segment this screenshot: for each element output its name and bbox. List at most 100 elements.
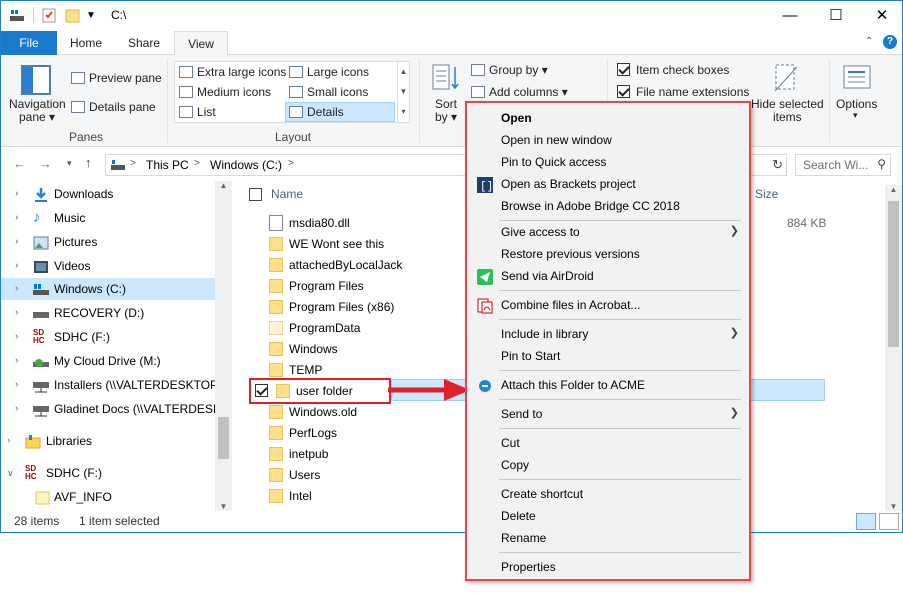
options-icon[interactable] — [843, 65, 871, 91]
expand-chevron-icon[interactable]: › — [15, 183, 18, 205]
tab-share[interactable]: Share — [115, 31, 173, 55]
minimize-button[interactable]: — — [767, 1, 813, 31]
navigation-pane-icon[interactable] — [21, 65, 51, 95]
tab-home[interactable]: Home — [59, 31, 113, 55]
menu-item-browse-bridge[interactable]: Browse in Adobe Bridge CC 2018 — [501, 195, 680, 217]
hide-selected-icon[interactable] — [773, 63, 799, 93]
options-button[interactable]: Options — [836, 97, 877, 111]
breadcrumb-this-pc[interactable]: This PC — [146, 158, 189, 172]
options-arrow-icon[interactable]: ▾ — [853, 110, 858, 121]
layout-details[interactable]: Details — [285, 102, 395, 122]
sort-by-line1[interactable]: Sort — [435, 97, 457, 111]
expand-chevron-icon[interactable]: › — [15, 207, 18, 229]
menu-item-combine-acrobat[interactable]: Combine files in Acrobat... — [501, 294, 640, 316]
nav-item-sdhc-f[interactable]: › SD HC SDHC (F:) — [1, 326, 216, 348]
layout-list[interactable]: List — [179, 105, 216, 119]
menu-item-pin-quick-access[interactable]: Pin to Quick access — [501, 151, 606, 173]
add-columns-button[interactable]: Add columns ▾ — [471, 85, 568, 99]
file-name-extensions-toggle[interactable]: File name extensions — [617, 85, 749, 99]
nav-item-recovery-d[interactable]: › RECOVERY (D:) — [1, 302, 216, 324]
menu-item-open-new-window[interactable]: Open in new window — [501, 129, 612, 151]
properties-icon[interactable] — [41, 7, 57, 23]
nav-item-pictures[interactable]: › Pictures — [1, 231, 216, 253]
file-row[interactable]: attachedByLocalJack — [269, 255, 402, 276]
ribbon-collapse-icon[interactable]: ⌃ — [865, 36, 873, 47]
column-header-name[interactable]: Name — [271, 187, 303, 201]
scroll-up-icon[interactable]: ▲ — [885, 185, 902, 194]
layout-large-icons[interactable]: Large icons — [289, 65, 369, 79]
file-row[interactable]: Windows.old — [269, 402, 357, 423]
new-folder-icon[interactable] — [65, 7, 81, 23]
scroll-down-icon[interactable]: ▼ — [885, 502, 902, 511]
expand-chevron-icon[interactable]: › — [15, 278, 18, 300]
up-icon[interactable]: ↑ — [85, 155, 92, 170]
forward-icon[interactable]: → — [39, 156, 52, 171]
sort-by-line2[interactable]: by ▾ — [435, 110, 457, 124]
file-row[interactable]: ProgramData — [269, 318, 360, 339]
expand-chevron-icon[interactable]: › — [15, 326, 18, 348]
content-scrollbar[interactable]: ▲ ▼ — [885, 185, 902, 511]
tab-view[interactable]: View — [174, 31, 228, 56]
maximize-button[interactable]: ☐ — [813, 1, 859, 31]
menu-item-send-airdroid[interactable]: Send via AirDroid — [501, 265, 594, 287]
refresh-icon[interactable]: ↻ — [772, 157, 783, 173]
expand-chevron-icon[interactable]: › — [15, 350, 18, 372]
expand-chevron-icon[interactable]: › — [15, 398, 18, 420]
help-icon[interactable]: ? — [883, 35, 897, 49]
nav-item-music[interactable]: › ♪ Music — [1, 207, 216, 229]
nav-item-libraries[interactable]: › Libraries — [1, 430, 216, 452]
search-input[interactable]: Search Wi... ⚲ — [795, 154, 891, 176]
menu-item-send-to[interactable]: Send to — [501, 403, 542, 425]
nav-item-my-cloud-drive[interactable]: › My Cloud Drive (M:) — [1, 350, 216, 372]
nav-item-downloads[interactable]: › Downloads — [1, 183, 216, 205]
nav-item-avf-info[interactable]: AVF_INFO — [1, 486, 216, 508]
sort-icon[interactable] — [431, 63, 461, 93]
nav-item-windows-c[interactable]: › Windows (C:) — [1, 278, 216, 300]
file-row[interactable]: Windows — [269, 339, 338, 360]
menu-item-create-shortcut[interactable]: Create shortcut — [501, 483, 583, 505]
hide-selected-line1[interactable]: Hide selected — [751, 97, 824, 111]
file-row[interactable]: PerfLogs — [269, 423, 337, 444]
menu-item-open[interactable]: Open — [501, 107, 532, 129]
expand-chevron-icon[interactable]: › — [15, 374, 18, 396]
menu-item-attach-acme[interactable]: Attach this Folder to ACME — [501, 374, 645, 396]
menu-item-rename[interactable]: Rename — [501, 527, 546, 549]
tab-file[interactable]: File — [1, 31, 57, 55]
expand-chevron-icon[interactable]: › — [7, 430, 10, 452]
menu-item-open-brackets[interactable]: Open as Brackets project — [501, 173, 636, 195]
menu-item-give-access[interactable]: Give access to — [501, 221, 741, 243]
breadcrumb-windows-c[interactable]: Windows (C:) — [210, 158, 282, 172]
navigation-pane-button-line2[interactable]: pane ▾ — [19, 110, 55, 124]
column-header-size[interactable]: Size — [755, 187, 778, 201]
menu-item-include-library[interactable]: Include in library — [501, 323, 588, 345]
nav-item-gladinet-docs[interactable]: › Gladinet Docs (\\VALTERDESKT — [1, 398, 228, 420]
nav-scrollbar[interactable]: ▲ ▼ — [215, 181, 232, 511]
item-check-boxes-toggle[interactable]: Item check boxes — [617, 63, 729, 77]
nav-item-videos[interactable]: › Videos — [1, 255, 216, 277]
scroll-thumb[interactable] — [218, 417, 229, 459]
preview-pane-button[interactable]: Preview pane — [71, 71, 162, 85]
qat-dropdown-icon[interactable]: ▼ — [86, 10, 102, 26]
file-row[interactable]: Program Files (x86) — [269, 297, 394, 318]
file-row[interactable]: msdia80.dll — [269, 213, 350, 234]
expand-chevron-icon[interactable]: › — [15, 255, 18, 277]
menu-item-delete[interactable]: Delete — [501, 505, 536, 527]
menu-item-properties[interactable]: Properties — [501, 556, 556, 578]
details-pane-button[interactable]: Details pane — [71, 100, 156, 114]
layout-small-icons[interactable]: Small icons — [289, 85, 368, 99]
back-icon[interactable]: ← — [13, 156, 26, 171]
menu-item-restore-versions[interactable]: Restore previous versions — [501, 243, 640, 265]
details-view-icon[interactable] — [856, 513, 876, 530]
layout-extra-large-icons[interactable]: Extra large icons — [179, 65, 286, 79]
file-row[interactable]: Users — [269, 465, 320, 486]
expand-chevron-icon[interactable]: › — [15, 231, 18, 253]
file-row[interactable]: inetpub — [269, 444, 328, 465]
menu-item-pin-start[interactable]: Pin to Start — [501, 345, 560, 367]
navigation-pane-button-line1[interactable]: Navigation — [9, 97, 66, 111]
hide-selected-line2[interactable]: items — [773, 110, 802, 124]
file-row[interactable]: WE Wont see this — [269, 234, 384, 255]
collapse-chevron-icon[interactable]: ∨ — [7, 462, 14, 484]
nav-item-installers[interactable]: › Installers (\\VALTERDESKTOP) ( — [1, 374, 229, 396]
group-by-button[interactable]: Group by ▾ — [471, 63, 548, 77]
scroll-thumb[interactable] — [888, 201, 899, 347]
